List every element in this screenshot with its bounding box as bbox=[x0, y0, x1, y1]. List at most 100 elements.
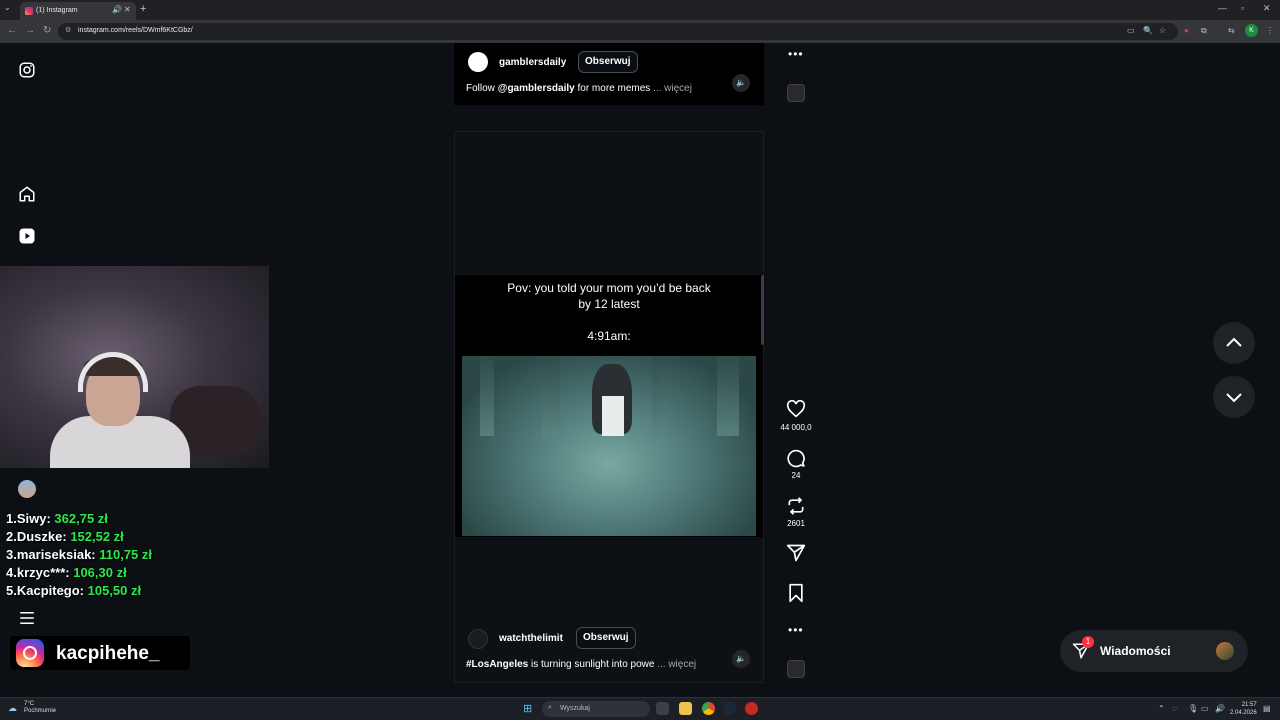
windows-start-icon[interactable]: ⊞ bbox=[523, 702, 532, 715]
webcam-overlay bbox=[0, 266, 269, 468]
address-bar[interactable]: ⚙ instagram.com/reels/DWmf6KtCGbz/ bbox=[58, 23, 1178, 40]
file-explorer-icon[interactable] bbox=[679, 702, 692, 715]
watchthelimit-avatar[interactable] bbox=[468, 629, 488, 649]
headset-shape bbox=[78, 352, 148, 392]
search-icon: ⌕ bbox=[548, 704, 552, 711]
tray-network-icon[interactable]: ▭ bbox=[1201, 704, 1209, 713]
previous-reel-button[interactable] bbox=[1213, 322, 1255, 364]
tree-trunk bbox=[542, 356, 560, 436]
steam-icon[interactable] bbox=[723, 702, 736, 715]
next-reel-button[interactable] bbox=[1213, 376, 1255, 418]
instagram-logo-icon[interactable] bbox=[18, 61, 36, 79]
follow-button[interactable]: Obserwuj bbox=[576, 627, 636, 649]
browser-tab-instagram[interactable]: (1) Instagram 🔊 ✕ bbox=[20, 2, 136, 20]
minimize-icon[interactable]: — bbox=[1218, 3, 1227, 13]
weather-widget[interactable]: 7°C Pochmurnie bbox=[24, 701, 56, 715]
clock-time: 21:57 bbox=[1241, 702, 1257, 708]
chevron-up-icon bbox=[1226, 337, 1242, 347]
caption-more-link[interactable]: ... więcej bbox=[657, 659, 696, 670]
taskbar-search[interactable]: ⌕ Wyszukaj bbox=[542, 701, 650, 717]
address-url: instagram.com/reels/DWmf6KtCGbz/ bbox=[78, 27, 193, 34]
leaderboard-row: 4.krzyc***: 106,30 zł bbox=[6, 565, 127, 580]
caption-text: for more memes bbox=[574, 83, 654, 94]
reel-scrollbar[interactable] bbox=[761, 275, 764, 345]
notifications-icon[interactable]: ▤ bbox=[1263, 704, 1271, 713]
comment-icon[interactable] bbox=[786, 448, 806, 468]
weather-desc: Pochmurnie bbox=[24, 708, 57, 714]
site-info-icon[interactable]: ⚙ bbox=[65, 26, 71, 34]
caption-text: is turning sunlight into powe bbox=[528, 659, 655, 670]
more-options-icon[interactable]: ••• bbox=[788, 47, 804, 61]
caption-more-link[interactable]: ... więcej bbox=[653, 83, 692, 94]
messages-label: Wiadomości bbox=[1100, 644, 1171, 658]
cast-icon[interactable]: ▭ bbox=[1127, 26, 1135, 35]
instagram-handle: kacpihehe_ bbox=[56, 643, 160, 664]
tab-groups-icon[interactable]: ⇆ bbox=[1228, 26, 1235, 35]
app-icon[interactable] bbox=[745, 702, 758, 715]
tab-close-icon[interactable]: ✕ bbox=[124, 5, 131, 14]
extensions-puzzle-icon[interactable]: ⧉ bbox=[1201, 26, 1207, 36]
repost-icon[interactable] bbox=[786, 496, 806, 516]
tray-volume-icon[interactable]: 🔊 bbox=[1215, 704, 1225, 713]
hamburger-menu-icon[interactable] bbox=[18, 609, 36, 627]
tray-app-icon[interactable]: ◌ bbox=[1172, 704, 1177, 713]
reel-username[interactable]: watchthelimit bbox=[499, 633, 563, 644]
caption-prefix: Follow bbox=[466, 83, 498, 94]
follow-button[interactable]: Obserwuj bbox=[578, 51, 638, 73]
taskbar-clock[interactable]: 21:57 2.04.2026 bbox=[1230, 701, 1257, 717]
video-text-line-3: 4:91am: bbox=[587, 329, 631, 343]
bookmark-star-icon[interactable]: ☆ bbox=[1159, 26, 1166, 35]
reels-icon[interactable] bbox=[18, 227, 36, 245]
close-window-icon[interactable]: ✕ bbox=[1263, 3, 1271, 14]
leaderboard-amount: 362,75 zł bbox=[54, 511, 108, 526]
save-bookmark-icon[interactable] bbox=[786, 583, 806, 603]
home-icon[interactable] bbox=[18, 185, 36, 203]
video-text-line-1: Pov: you told your mom you’d be back bbox=[507, 281, 711, 295]
tray-mic-icon[interactable]: 🎙 bbox=[1188, 704, 1198, 713]
gamblersdaily-avatar[interactable] bbox=[468, 52, 488, 72]
windows-taskbar: ☁ 7°C Pochmurnie ⊞ ⌕ Wyszukaj ⌃ ◌ 🎙 ▭ 🔊 … bbox=[0, 697, 1280, 720]
reel-caption[interactable]: #LosAngeles is turning sunlight into pow… bbox=[466, 659, 696, 670]
previous-reel-footer: gamblersdaily Obserwuj Follow @gamblersd… bbox=[454, 43, 764, 105]
tab-search-icon[interactable]: ⌄ bbox=[4, 3, 11, 12]
cloud-weather-icon[interactable]: ☁ bbox=[8, 703, 17, 714]
leaderboard-amount: 106,30 zł bbox=[73, 565, 127, 580]
messages-button[interactable]: 1 Wiadomości bbox=[1060, 630, 1248, 672]
browser-menu-icon[interactable]: ⋮ bbox=[1266, 26, 1274, 35]
share-send-icon[interactable] bbox=[786, 543, 806, 563]
mute-icon[interactable]: 🔈 bbox=[732, 74, 750, 92]
leaderboard-name: 2.Duszke: bbox=[6, 529, 71, 544]
restore-icon[interactable]: ▫ bbox=[1241, 3, 1244, 13]
zoom-icon[interactable]: 🔍 bbox=[1143, 26, 1153, 35]
new-tab-button[interactable]: + bbox=[140, 3, 146, 15]
reel-video-frame[interactable] bbox=[462, 356, 756, 536]
caption-mention[interactable]: @gamblersdaily bbox=[498, 83, 575, 94]
leaderboard-row: 5.Kacpitego: 105,50 zł bbox=[6, 583, 141, 598]
reposts-count: 2601 bbox=[787, 519, 805, 528]
audio-thumbnail[interactable] bbox=[787, 84, 805, 102]
more-options-icon[interactable]: ••• bbox=[788, 623, 804, 637]
extension-icon[interactable]: ● bbox=[1184, 26, 1189, 35]
caption-hashtag[interactable]: #LosAngeles bbox=[466, 659, 528, 670]
leaderboard-row: 1.Siwy: 362,75 zł bbox=[6, 511, 108, 526]
profile-avatar-small[interactable] bbox=[18, 480, 36, 498]
tab-audio-icon[interactable]: 🔊 bbox=[112, 5, 122, 14]
like-heart-icon[interactable] bbox=[786, 400, 806, 418]
reel-username[interactable]: gamblersdaily bbox=[499, 57, 566, 68]
task-view-icon[interactable] bbox=[656, 702, 669, 715]
instagram-logo-icon bbox=[16, 639, 44, 667]
reel-caption[interactable]: Follow @gamblersdaily for more memes ...… bbox=[466, 83, 692, 94]
back-icon[interactable]: ← bbox=[7, 25, 17, 36]
chrome-icon[interactable] bbox=[702, 702, 715, 715]
audio-thumbnail[interactable] bbox=[787, 660, 805, 678]
instagram-favicon-icon bbox=[25, 7, 33, 15]
leaderboard-row: 2.Duszke: 152,52 zł bbox=[6, 529, 124, 544]
reload-icon[interactable]: ↻ bbox=[43, 25, 51, 36]
leaderboard-name: 3.mariseksiak: bbox=[6, 547, 100, 562]
forward-icon[interactable]: → bbox=[25, 25, 35, 36]
clock-date: 2.04.2026 bbox=[1230, 710, 1257, 716]
tray-chevron-icon[interactable]: ⌃ bbox=[1158, 704, 1165, 713]
mute-icon[interactable]: 🔈 bbox=[732, 650, 750, 668]
unread-badge: 1 bbox=[1082, 636, 1094, 648]
profile-avatar[interactable]: K bbox=[1245, 24, 1258, 37]
